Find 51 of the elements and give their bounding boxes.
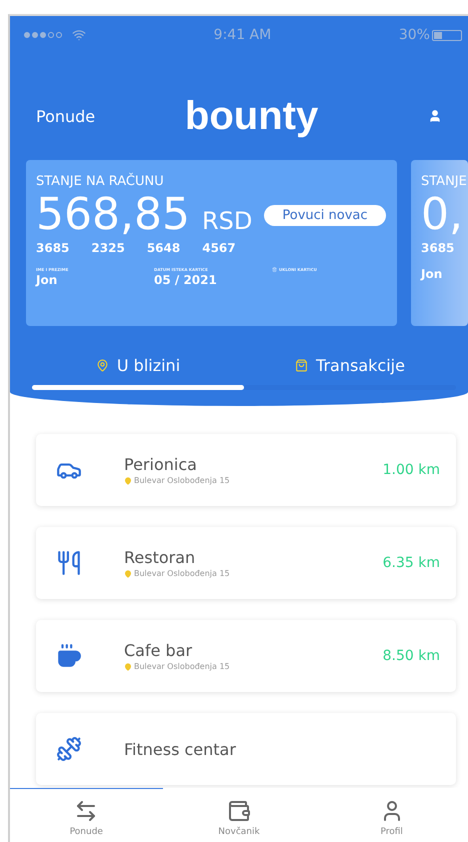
place-card[interactable]: Cafe bar Bulevar Oslobođenja 15 8.50 km xyxy=(36,620,456,692)
balance-amount: 0, xyxy=(421,191,463,239)
currency: RSD xyxy=(202,207,252,235)
nav-item[interactable]: Novčanik xyxy=(162,788,316,842)
place-name: Cafe bar xyxy=(124,641,194,660)
balance-card[interactable]: STANJE 0, 3685 Jon xyxy=(411,160,468,326)
cup-icon xyxy=(56,643,82,669)
pin-icon xyxy=(96,359,109,372)
pin-icon xyxy=(124,570,132,578)
card-number-group: 5648 xyxy=(146,241,180,255)
battery-icon xyxy=(432,30,462,40)
place-address: Bulevar Oslobođenja 15 xyxy=(124,662,383,671)
field-value: Jon xyxy=(36,273,58,287)
pin-icon xyxy=(124,662,132,670)
withdraw-button[interactable]: Povuci novac xyxy=(264,204,386,226)
pin-icon xyxy=(124,476,132,484)
bag-icon xyxy=(295,359,308,372)
tab[interactable]: U blizini xyxy=(32,356,244,390)
distance: 8.50 km xyxy=(382,648,440,664)
card-number-group: 3685 xyxy=(36,241,70,255)
distance: 6.35 km xyxy=(382,555,440,571)
field-value: 05 / 2021 xyxy=(154,273,218,287)
place-address: Bulevar Oslobođenja 15 xyxy=(124,476,383,485)
nav-item[interactable]: Ponude xyxy=(10,788,163,842)
place-card[interactable]: Restoran Bulevar Oslobođenja 15 6.35 km xyxy=(36,527,456,599)
card-number-group: 3685 xyxy=(421,241,454,255)
balance-amount: 568,85 xyxy=(36,191,190,239)
card-number-group: 2325 xyxy=(91,241,125,255)
profile-icon[interactable] xyxy=(428,109,442,123)
place-card[interactable]: Fitness centar xyxy=(36,713,456,785)
place-address: Bulevar Oslobođenja 15 xyxy=(124,569,383,578)
status-time: 9:41 AM xyxy=(214,27,272,43)
nav-item[interactable]: Profil xyxy=(315,788,468,842)
battery-level: 30% xyxy=(398,27,430,43)
place-name: Fitness centar xyxy=(124,740,237,758)
place-card[interactable]: Perionica Bulevar Oslobođenja 15 1.00 km xyxy=(36,434,456,506)
card-title: STANJE xyxy=(421,174,468,189)
signal-icon xyxy=(24,28,86,42)
card-title: STANJE NA RAČUNU xyxy=(36,174,165,189)
app-logo: bounty xyxy=(184,94,318,138)
trash-icon[interactable] xyxy=(272,267,277,272)
place-name: Restoran xyxy=(124,548,196,567)
wallet-icon xyxy=(227,799,251,823)
card-number-group: 4567 xyxy=(202,241,236,255)
distance: 1.00 km xyxy=(382,462,440,478)
field-value: Jon xyxy=(421,267,444,281)
place-name: Perionica xyxy=(124,455,198,474)
dumbbell-icon xyxy=(56,736,82,762)
tab[interactable]: Transakcije xyxy=(244,356,456,390)
offers-link[interactable]: Ponude xyxy=(36,106,96,126)
utensils-icon xyxy=(56,550,82,576)
